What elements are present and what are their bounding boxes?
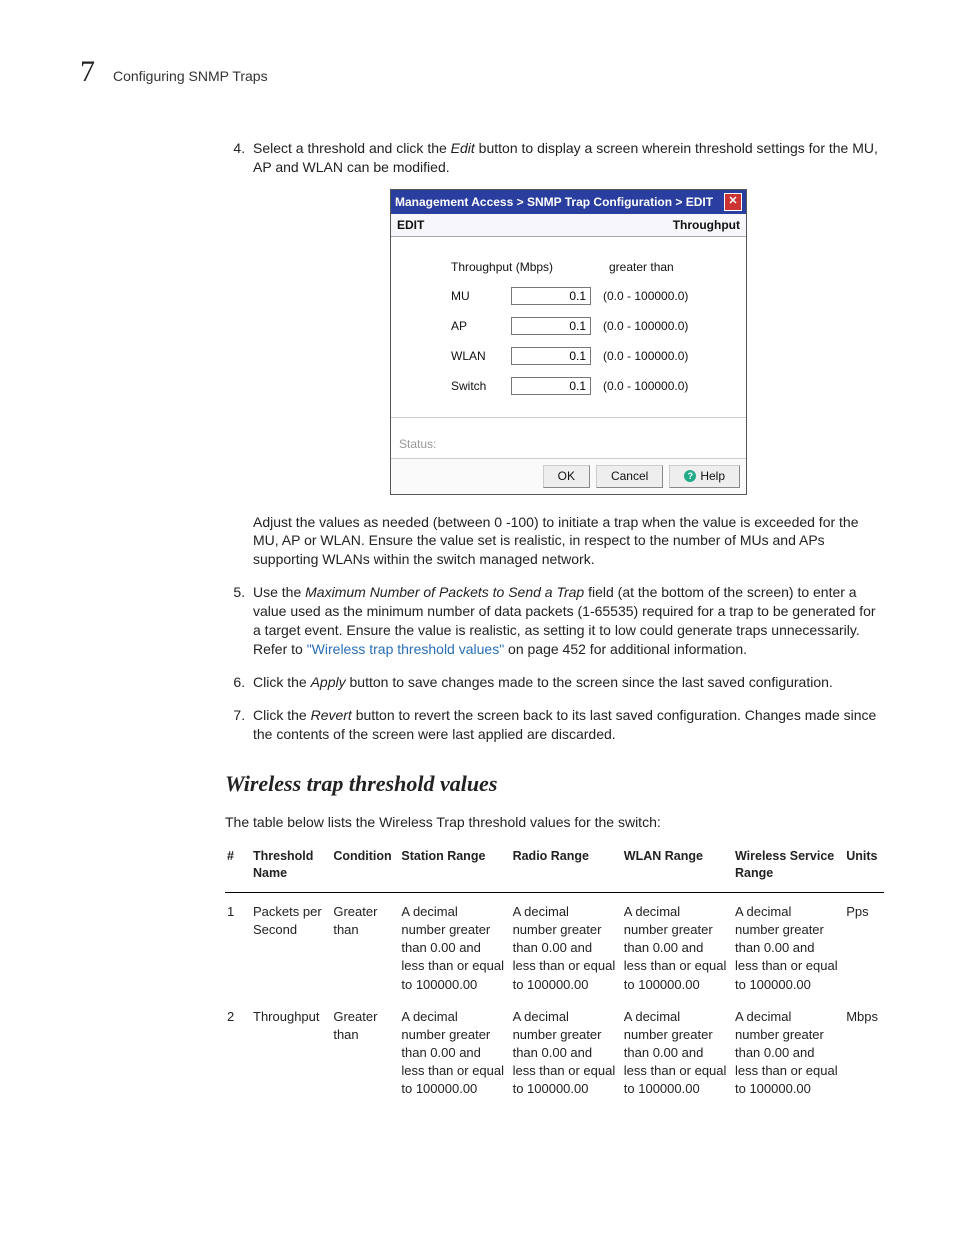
step-6: Click the Apply button to save changes m… (249, 673, 884, 692)
section-title: Wireless trap threshold values (225, 769, 884, 799)
wlan-input[interactable] (511, 347, 591, 365)
mu-range: (0.0 - 100000.0) (603, 288, 688, 304)
dialog-sub-right: Throughput (673, 217, 740, 233)
cell-num: 1 (225, 892, 251, 997)
th-condition: Condition (331, 842, 399, 892)
cell-service: A decimal number greater than 0.00 and l… (733, 998, 844, 1103)
mu-input[interactable] (511, 287, 591, 305)
th-wlan: WLAN Range (622, 842, 733, 892)
th-num: # (225, 842, 251, 892)
table-row: 1 Packets per Second Greater than A deci… (225, 892, 884, 997)
dialog-row-ap: AP (0.0 - 100000.0) (451, 317, 732, 335)
step-4-followup: Adjust the values as needed (between 0 -… (253, 513, 884, 570)
cell-station: A decimal number greater than 0.00 and l… (399, 998, 510, 1103)
chapter-title: Configuring SNMP Traps (113, 68, 268, 84)
cell-name: Packets per Second (251, 892, 331, 997)
threshold-table: # Threshold Name Condition Station Range… (225, 842, 884, 1103)
th-station: Station Range (399, 842, 510, 892)
wlan-label: WLAN (451, 348, 499, 364)
step-7-text-a: Click the (253, 707, 311, 723)
edit-threshold-dialog: Management Access > SNMP Trap Configurat… (390, 189, 747, 495)
dialog-button-row: OK Cancel ? Help (391, 458, 746, 493)
step-4-text-a: Select a threshold and click the (253, 140, 451, 156)
dialog-row-mu: MU (0.0 - 100000.0) (451, 287, 732, 305)
step-6-italic: Apply (311, 674, 346, 690)
dialog-row-wlan: WLAN (0.0 - 100000.0) (451, 347, 732, 365)
step-7-italic: Revert (311, 707, 352, 723)
ok-button[interactable]: OK (543, 465, 590, 487)
cell-radio: A decimal number greater than 0.00 and l… (511, 998, 622, 1103)
switch-range: (0.0 - 100000.0) (603, 378, 688, 394)
th-service: Wireless Service Range (733, 842, 844, 892)
cell-condition: Greater than (331, 998, 399, 1103)
step-4-italic: Edit (451, 140, 475, 156)
cell-units: Pps (844, 892, 884, 997)
cell-num: 2 (225, 998, 251, 1103)
close-icon[interactable]: ✕ (724, 193, 742, 211)
step-5: Use the Maximum Number of Packets to Sen… (249, 583, 884, 659)
status-label: Status: (399, 437, 436, 451)
wlan-range: (0.0 - 100000.0) (603, 348, 688, 364)
dialog-sub-left: EDIT (397, 217, 424, 233)
table-row: 2 Throughput Greater than A decimal numb… (225, 998, 884, 1103)
step-5-text-c: on page 452 for additional information. (504, 641, 747, 657)
help-icon: ? (684, 470, 696, 482)
ap-range: (0.0 - 100000.0) (603, 318, 688, 334)
cell-name: Throughput (251, 998, 331, 1103)
th-name: Threshold Name (251, 842, 331, 892)
cancel-button[interactable]: Cancel (596, 465, 663, 487)
cell-units: Mbps (844, 998, 884, 1103)
cell-wlan: A decimal number greater than 0.00 and l… (622, 892, 733, 997)
cell-radio: A decimal number greater than 0.00 and l… (511, 892, 622, 997)
step-5-text-a: Use the (253, 584, 305, 600)
dialog-column-headers: Throughput (Mbps) greater than (451, 259, 732, 275)
table-header-row: # Threshold Name Condition Station Range… (225, 842, 884, 892)
dialog-title-text: Management Access > SNMP Trap Configurat… (395, 194, 713, 210)
chapter-number: 7 (80, 55, 95, 89)
cell-condition: Greater than (331, 892, 399, 997)
section-intro: The table below lists the Wireless Trap … (225, 813, 884, 832)
help-button[interactable]: ? Help (669, 465, 740, 487)
step-5-italic: Maximum Number of Packets to Send a Trap (305, 584, 584, 600)
dialog-row-switch: Switch (0.0 - 100000.0) (451, 377, 732, 395)
cell-wlan: A decimal number greater than 0.00 and l… (622, 998, 733, 1103)
dialog-subheader: EDIT Throughput (391, 214, 746, 237)
dialog-titlebar: Management Access > SNMP Trap Configurat… (391, 190, 746, 214)
ap-input[interactable] (511, 317, 591, 335)
step-6-text-b: button to save changes made to the scree… (346, 674, 833, 690)
cell-service: A decimal number greater than 0.00 and l… (733, 892, 844, 997)
step-4: Select a threshold and click the Edit bu… (249, 139, 884, 569)
status-bar: Status: (391, 417, 746, 458)
switch-label: Switch (451, 378, 499, 394)
switch-input[interactable] (511, 377, 591, 395)
mu-label: MU (451, 288, 499, 304)
th-radio: Radio Range (511, 842, 622, 892)
dialog-col-left: Throughput (Mbps) (451, 259, 597, 275)
dialog-col-right: greater than (609, 259, 674, 275)
th-units: Units (844, 842, 884, 892)
cell-station: A decimal number greater than 0.00 and l… (399, 892, 510, 997)
step-5-link[interactable]: "Wireless trap threshold values" (307, 641, 504, 657)
step-7: Click the Revert button to revert the sc… (249, 706, 884, 744)
running-header: 7 Configuring SNMP Traps (80, 55, 884, 89)
ap-label: AP (451, 318, 499, 334)
step-6-text-a: Click the (253, 674, 311, 690)
